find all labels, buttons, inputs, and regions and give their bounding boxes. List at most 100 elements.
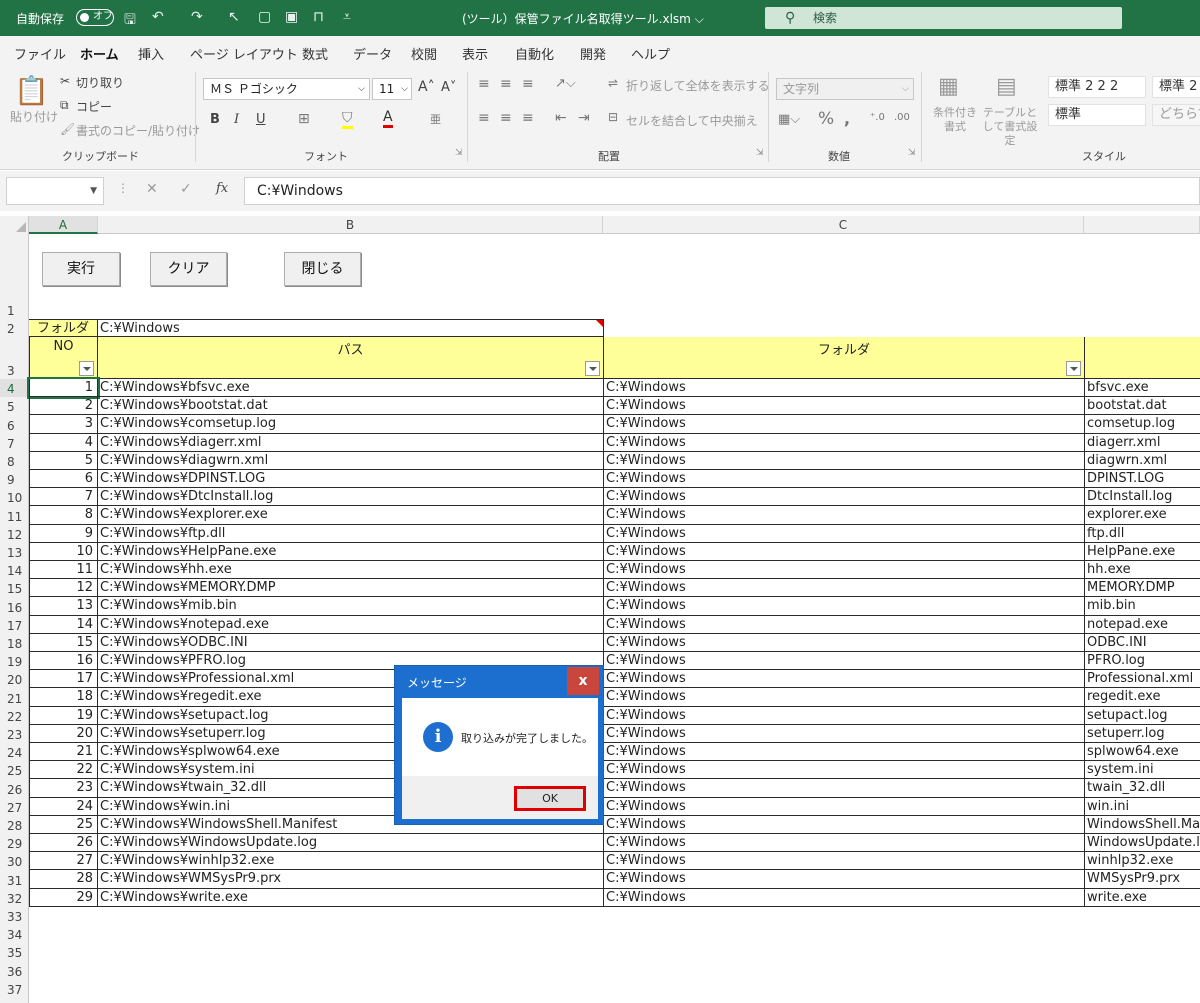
underline-button[interactable]: U: [256, 112, 266, 127]
table-cell-no[interactable]: 26: [29, 834, 98, 853]
undo-icon[interactable]: ↶: [152, 9, 164, 25]
italic-button[interactable]: I: [234, 112, 239, 127]
dialog-launcher-icon[interactable]: ⇲: [908, 148, 916, 158]
table-cell-no[interactable]: 20: [29, 724, 98, 743]
row-header[interactable]: 33: [0, 907, 29, 925]
row-header[interactable]: 34: [0, 925, 29, 943]
table-cell-path[interactable]: C:¥Windows¥MEMORY.DMP: [98, 579, 604, 598]
header-path[interactable]: パス: [98, 337, 604, 379]
pointer-icon[interactable]: ↖: [228, 9, 240, 25]
table-cell-folder[interactable]: C:¥Windows: [604, 652, 1085, 671]
table-cell-name[interactable]: hh.exe: [1085, 561, 1200, 580]
wrap-text-button[interactable]: 折り返して全体を表示する: [626, 77, 770, 94]
table-cell-name[interactable]: setuperr.log: [1085, 725, 1200, 743]
row-header[interactable]: 17: [0, 616, 29, 634]
header-folder[interactable]: フォルダ: [604, 337, 1085, 379]
row-header[interactable]: 20: [0, 670, 29, 688]
table-cell-folder[interactable]: C:¥Windows: [604, 797, 1085, 816]
enter-icon[interactable]: ✓: [180, 181, 192, 197]
table-cell-folder[interactable]: C:¥Windows: [604, 724, 1085, 743]
row-header[interactable]: 16: [0, 597, 29, 615]
table-cell-path[interactable]: C:¥Windows¥HelpPane.exe: [98, 542, 604, 561]
row-header[interactable]: 23: [0, 725, 29, 743]
tab-developer[interactable]: 開発: [580, 44, 606, 63]
table-cell-path[interactable]: C:¥Windows¥winhlp32.exe: [98, 852, 604, 871]
tab-page-layout[interactable]: ページ レイアウト: [190, 44, 298, 63]
table-cell-folder[interactable]: C:¥Windows: [604, 834, 1085, 853]
table-cell-path[interactable]: C:¥Windows¥WMSysPr9.prx: [98, 870, 604, 889]
table-cell-name[interactable]: HelpPane.exe: [1085, 543, 1200, 561]
table-cell-folder[interactable]: C:¥Windows: [604, 761, 1085, 780]
lock-icon[interactable]: ⊓: [313, 9, 324, 25]
row-header[interactable]: 13: [0, 543, 29, 561]
table-cell-no[interactable]: 3: [29, 415, 98, 434]
grow-font-icon[interactable]: A˄: [418, 79, 435, 95]
filter-dropdown-icon[interactable]: [585, 361, 600, 376]
table-cell-name[interactable]: bootstat.dat: [1085, 397, 1200, 416]
row-header[interactable]: 5: [0, 397, 29, 415]
table-cell-path[interactable]: C:¥Windows¥ODBC.INI: [98, 633, 604, 652]
paste-icon[interactable]: 📋: [14, 74, 49, 107]
cancel-icon[interactable]: ✕: [146, 181, 158, 197]
table-cell-no[interactable]: 6: [29, 470, 98, 489]
column-header-b[interactable]: B: [98, 216, 603, 234]
row-header[interactable]: 28: [0, 816, 29, 834]
shrink-font-icon[interactable]: A˅: [441, 80, 456, 95]
insert-function-button[interactable]: fx: [216, 181, 228, 196]
tab-automate[interactable]: 自動化: [515, 44, 554, 63]
table-cell-no[interactable]: 27: [29, 852, 98, 871]
table-cell-name[interactable]: setupact.log: [1085, 707, 1200, 725]
increase-indent-icon[interactable]: ⇥: [578, 110, 590, 126]
table-cell-folder[interactable]: C:¥Windows: [604, 542, 1085, 561]
table-cell-name[interactable]: DPINST.LOG: [1085, 470, 1200, 489]
row-header[interactable]: 8: [0, 452, 29, 470]
search-input[interactable]: ⚲ 検索: [765, 7, 1122, 29]
cell-style-4[interactable]: どちらで: [1152, 104, 1200, 126]
copy-button[interactable]: コピー: [76, 98, 112, 115]
table-cell-no[interactable]: 4: [29, 433, 98, 452]
table-cell-no[interactable]: 9: [29, 524, 98, 543]
table-cell-path[interactable]: C:¥Windows¥comsetup.log: [98, 415, 604, 434]
row-header[interactable]: 6: [0, 415, 29, 433]
table-cell-name[interactable]: twain_32.dll: [1085, 779, 1200, 798]
table-cell-folder[interactable]: C:¥Windows: [604, 888, 1085, 907]
row-header[interactable]: 12: [0, 525, 29, 543]
table-cell-no[interactable]: 1: [27, 376, 100, 400]
bold-button[interactable]: B: [210, 112, 220, 127]
name-box[interactable]: ▼: [6, 177, 104, 205]
row-header[interactable]: 15: [0, 579, 29, 597]
table-cell-no[interactable]: 13: [29, 597, 98, 616]
row-header[interactable]: 18: [0, 634, 29, 652]
number-format-select[interactable]: 文字列 ⌵: [776, 78, 914, 100]
table-cell-path[interactable]: C:¥Windows¥DPINST.LOG: [98, 470, 604, 489]
table-cell-folder[interactable]: C:¥Windows: [604, 743, 1085, 762]
row-header[interactable]: 9: [0, 470, 29, 488]
percent-icon[interactable]: %: [818, 109, 834, 129]
table-cell-folder[interactable]: C:¥Windows: [604, 561, 1085, 580]
font-color-icon[interactable]: A: [383, 110, 393, 128]
table-cell-name[interactable]: PFRO.log: [1085, 652, 1200, 671]
picture-icon[interactable]: ▣: [285, 9, 298, 25]
table-cell-name[interactable]: ftp.dll: [1085, 525, 1200, 543]
paste-label[interactable]: 貼り付け: [10, 108, 58, 125]
tab-help[interactable]: ヘルプ: [631, 44, 670, 63]
table-cell-no[interactable]: 17: [29, 670, 98, 689]
table-cell-name[interactable]: DtcInstall.log: [1085, 488, 1200, 507]
cell-style-2[interactable]: 標準 2 2: [1152, 76, 1200, 98]
align-bottom-icon[interactable]: ≡: [522, 76, 534, 92]
table-cell-folder[interactable]: C:¥Windows: [604, 633, 1085, 652]
run-button[interactable]: 実行: [42, 252, 120, 286]
table-cell-name[interactable]: notepad.exe: [1085, 616, 1200, 634]
tab-review[interactable]: 校閲: [411, 44, 437, 63]
table-cell-name[interactable]: system.ini: [1085, 761, 1200, 780]
row-header[interactable]: 32: [0, 889, 29, 907]
table-cell-name[interactable]: write.exe: [1085, 889, 1200, 907]
conditional-format-button[interactable]: 条件付き書式: [930, 106, 980, 134]
table-cell-name[interactable]: splwow64.exe: [1085, 743, 1200, 762]
row-header[interactable]: 30: [0, 852, 29, 870]
table-cell-path[interactable]: C:¥Windows¥notepad.exe: [98, 615, 604, 634]
increase-decimal-icon[interactable]: ⁺.0: [870, 112, 885, 123]
table-cell-folder[interactable]: C:¥Windows: [604, 615, 1085, 634]
accounting-icon[interactable]: ▦⌵: [778, 112, 800, 127]
table-cell-folder[interactable]: C:¥Windows: [604, 870, 1085, 889]
